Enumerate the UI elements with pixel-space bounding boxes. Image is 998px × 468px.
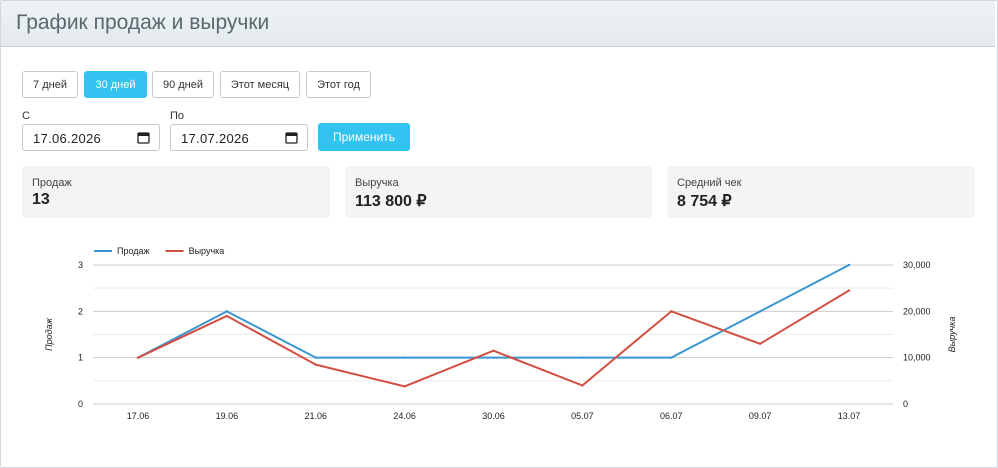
x-tick-label: 05.07 xyxy=(571,411,594,421)
x-tick-label: 24.06 xyxy=(393,411,416,421)
y-right-tick-label: 0 xyxy=(903,399,908,409)
stat-label: Продаж xyxy=(32,177,72,189)
apply-button[interactable]: Применить xyxy=(318,123,410,151)
period-this-year-button[interactable]: Этот год xyxy=(306,71,371,98)
calendar-icon[interactable] xyxy=(137,131,150,144)
data-point xyxy=(581,384,584,387)
sales-revenue-chart: 0 1 2 3 0 10,000 20,000 30,000 17.06 19.06 21.06 24… xyxy=(44,246,957,421)
date-to-label: По xyxy=(170,110,185,122)
data-point xyxy=(581,356,584,359)
data-point xyxy=(403,385,406,388)
y-right-axis-title: Выручка xyxy=(947,317,957,353)
data-point xyxy=(847,289,851,292)
panel-header: График продаж и выручки xyxy=(1,1,995,47)
data-point xyxy=(758,342,762,345)
data-point xyxy=(403,356,406,359)
x-tick-label: 17.06 xyxy=(127,411,150,421)
data-point xyxy=(136,356,140,359)
x-tick-label: 09.07 xyxy=(749,411,772,421)
period-this-month-button[interactable]: Этот месяц xyxy=(220,71,300,98)
data-point xyxy=(758,310,762,313)
data-point xyxy=(225,310,229,313)
date-to-input[interactable]: 17.07.2026 xyxy=(170,124,308,151)
data-point xyxy=(314,356,317,359)
data-point xyxy=(670,356,673,359)
y-left-tick-label: 0 xyxy=(78,399,83,409)
stat-card-average-check: Средний чек 8 754 ₽ xyxy=(667,166,975,218)
series-line-revenue xyxy=(137,289,850,388)
page-title: График продаж и выручки xyxy=(16,11,270,34)
y-right-tick-label: 20,000 xyxy=(903,306,931,316)
period-30-days-button[interactable]: 30 дней xyxy=(84,71,147,98)
x-tick-label: 13.07 xyxy=(838,411,861,421)
data-point xyxy=(670,310,673,313)
y-left-tick-label: 2 xyxy=(78,306,83,316)
date-from-value: 17.06.2026 xyxy=(33,131,102,146)
stat-value: 13 xyxy=(32,191,50,208)
date-to-value: 17.07.2026 xyxy=(181,131,250,146)
stat-label: Средний чек xyxy=(677,177,742,189)
y-left-tick-label: 3 xyxy=(78,260,83,270)
data-point xyxy=(492,356,495,359)
stat-value: 8 754 ₽ xyxy=(677,193,732,210)
calendar-icon[interactable] xyxy=(285,131,298,144)
date-from-input[interactable]: 17.06.2026 xyxy=(22,124,160,151)
stat-value: 113 800 ₽ xyxy=(355,193,427,210)
data-point xyxy=(492,349,495,352)
data-point xyxy=(847,263,851,267)
x-tick-label: 19.06 xyxy=(216,411,239,421)
y-left-tick-label: 1 xyxy=(78,353,83,363)
stat-label: Выручка xyxy=(355,177,399,189)
period-7-days-button[interactable]: 7 дней xyxy=(22,71,78,98)
y-right-tick-label: 30,000 xyxy=(903,260,931,270)
stat-card-revenue: Выручка 113 800 ₽ xyxy=(345,166,652,218)
x-tick-label: 30.06 xyxy=(482,411,505,421)
data-point xyxy=(225,314,229,318)
y-right-tick-label: 10,000 xyxy=(903,353,931,363)
date-from-label: С xyxy=(22,110,30,122)
stat-card-sales: Продаж 13 xyxy=(22,166,330,218)
legend-label: Продаж xyxy=(117,246,150,256)
data-point xyxy=(314,363,317,366)
x-tick-label: 21.06 xyxy=(304,411,327,421)
legend-label: Выручка xyxy=(189,246,225,256)
x-tick-label: 06.07 xyxy=(660,411,683,421)
period-90-days-button[interactable]: 90 дней xyxy=(152,71,214,98)
y-left-axis-title: Продаж xyxy=(44,317,54,351)
